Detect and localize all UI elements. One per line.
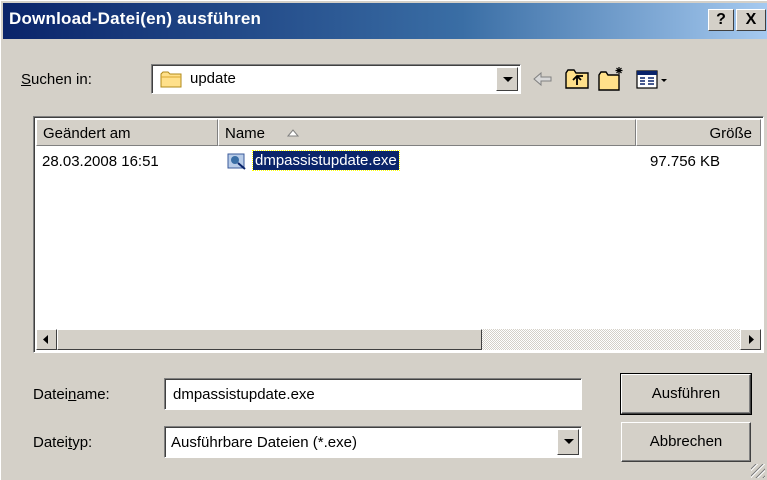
sort-ascending-icon: [287, 129, 299, 137]
scroll-left-button[interactable]: [36, 329, 57, 350]
lookin-combo[interactable]: update: [151, 64, 521, 94]
filetype-label-pre: Datei: [33, 434, 69, 451]
execute-button[interactable]: Ausführen: [620, 373, 752, 415]
lookin-label-accel: S: [21, 71, 32, 88]
scroll-right-button[interactable]: [740, 329, 761, 350]
horizontal-scrollbar[interactable]: [36, 329, 761, 350]
column-header-name[interactable]: Name: [218, 119, 636, 146]
row-modified: 28.03.2008 16:51: [42, 153, 159, 170]
column-header-modified-label: Geändert am: [43, 125, 131, 142]
filetype-combo[interactable]: Ausführbare Dateien (*.exe): [164, 426, 582, 458]
back-arrow-icon[interactable]: [529, 65, 557, 93]
folder-icon: [160, 71, 182, 88]
filetype-label: Dateityp:: [33, 434, 92, 451]
view-menu-icon[interactable]: [635, 65, 671, 93]
scroll-right-icon: [749, 335, 754, 344]
new-folder-icon[interactable]: [597, 65, 625, 93]
filename-value: dmpassistupdate.exe: [173, 386, 315, 403]
close-button[interactable]: X: [736, 9, 766, 31]
scroll-thumb[interactable]: [57, 329, 482, 350]
row-name: dmpassistupdate.exe: [252, 150, 400, 171]
filename-label: Dateiname:: [33, 386, 110, 403]
column-header-size-label: Größe: [709, 125, 752, 142]
column-header-size[interactable]: Größe: [636, 119, 761, 146]
lookin-label-post: uchen in:: [31, 71, 92, 88]
dialog-window: Download-Datei(en) ausführen ? X Suchen …: [0, 0, 767, 480]
filename-label-post: ame:: [76, 386, 110, 403]
file-list[interactable]: Geändert am Name Größe 28.03.2008 16:51 …: [33, 116, 764, 353]
filetype-label-post: yp:: [72, 434, 93, 451]
lookin-dropdown-button[interactable]: [496, 67, 518, 91]
lookin-value: update: [190, 70, 236, 87]
cancel-button[interactable]: Abbrechen: [621, 422, 751, 462]
title-bar[interactable]: Download-Datei(en) ausführen ? X: [3, 3, 767, 39]
scroll-left-icon: [43, 335, 48, 344]
filename-input[interactable]: dmpassistupdate.exe: [164, 378, 582, 410]
row-size: 97.756 KB: [650, 153, 721, 170]
window-title: Download-Datei(en) ausführen: [9, 9, 262, 28]
up-folder-icon[interactable]: [563, 65, 591, 93]
column-header-modified[interactable]: Geändert am: [36, 119, 218, 146]
help-button[interactable]: ?: [708, 9, 734, 31]
filename-label-pre: Datei: [33, 386, 69, 403]
resize-grip[interactable]: [751, 464, 765, 478]
exe-file-icon: [227, 153, 246, 170]
filetype-value: Ausführbare Dateien (*.exe): [171, 434, 357, 451]
filetype-dropdown-button[interactable]: [557, 429, 579, 455]
column-header-name-label: Name: [225, 125, 266, 142]
lookin-label: Suchen in:: [21, 71, 92, 88]
